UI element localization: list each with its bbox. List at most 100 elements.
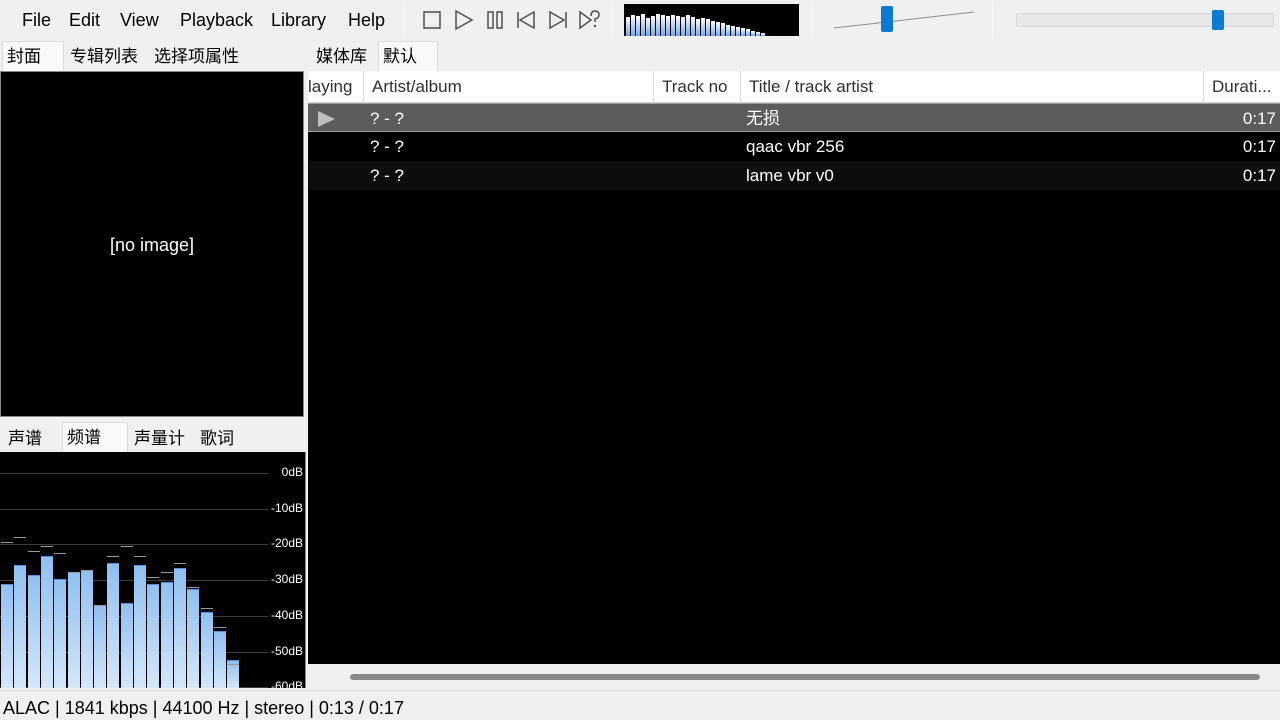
next-icon <box>546 8 570 32</box>
pause-button[interactable] <box>483 8 507 32</box>
spectrum-db-label: -60dB <box>270 679 303 688</box>
play-button[interactable] <box>451 8 475 32</box>
seek-thumb[interactable] <box>1212 10 1224 30</box>
menu-edit[interactable]: Edit <box>69 9 100 31</box>
spectrum-bar <box>1 584 13 688</box>
spectrum-db-label: -30dB <box>270 572 303 586</box>
spectrum-peak <box>41 546 53 547</box>
row-title: 无损 <box>746 109 780 128</box>
spectrum-bar <box>147 584 159 688</box>
visualizer-bar <box>636 16 640 36</box>
tab-spectrogram[interactable]: 声谱 <box>4 424 42 454</box>
toolbar-separator <box>992 2 993 38</box>
stop-icon <box>420 8 444 32</box>
column-title-track-artist[interactable]: Title / track artist <box>741 71 1204 103</box>
playlist-row[interactable]: ? - ? lame vbr v0 0:17 <box>308 161 1280 190</box>
spectrum-gridline <box>0 544 268 545</box>
random-button[interactable] <box>577 8 601 32</box>
tab-vu-meter[interactable]: 声量计 <box>130 424 185 454</box>
menu-view[interactable]: View <box>120 9 159 31</box>
playlist-horizontal-scrollbar[interactable] <box>308 664 1280 688</box>
spectrum-peak <box>94 605 106 606</box>
menu-help[interactable]: Help <box>348 9 385 31</box>
visualizer-bar <box>686 15 690 36</box>
playlist-header: laying Artist/album Track no Title / tra… <box>308 71 1280 103</box>
album-art-placeholder: [no image] <box>109 235 195 255</box>
tab-media-library[interactable]: 媒体库 <box>312 42 367 72</box>
row-title: qaac vbr 256 <box>746 137 845 156</box>
spectrum-peak <box>174 563 186 564</box>
visualizer-bar <box>666 16 670 36</box>
spectrum-peak <box>81 570 93 571</box>
previous-button[interactable] <box>514 8 538 32</box>
tab-album-list[interactable]: 专辑列表 <box>66 42 138 72</box>
tab-selection-properties[interactable]: 选择项属性 <box>150 42 239 72</box>
stop-button[interactable] <box>420 8 444 32</box>
visualizer-bar <box>646 18 650 36</box>
visualizer-bar <box>681 17 685 36</box>
visualizer-bar <box>676 16 680 36</box>
left-panel-tabs: 封面 专辑列表 选择项属性 <box>0 41 306 71</box>
column-duration[interactable]: Durati... <box>1204 71 1280 103</box>
playlist-tabs: 媒体库 默认 <box>310 41 510 71</box>
pause-icon <box>483 8 507 32</box>
spectrum-bar <box>81 570 93 688</box>
row-artist-album: ? - ? <box>370 109 405 128</box>
tab-cover[interactable]: 封面 <box>2 41 64 71</box>
visualizer-bar <box>746 29 750 36</box>
spectrum-peak <box>214 627 226 628</box>
spectrum-bar <box>187 589 199 688</box>
spectrum-db-label: 0dB <box>281 465 303 479</box>
playlist-row[interactable]: ? - ? qaac vbr 256 0:17 <box>308 132 1280 161</box>
tab-lyrics[interactable]: 歌词 <box>196 424 234 454</box>
visualizer-bar <box>641 14 645 36</box>
row-duration: 0:17 <box>1242 109 1276 128</box>
spectrum-peak <box>28 551 40 552</box>
next-button[interactable] <box>546 8 570 32</box>
visualizer-bar <box>651 16 655 36</box>
menu-playback[interactable]: Playback <box>180 9 253 31</box>
scrollbar-thumb[interactable] <box>350 674 1260 680</box>
spectrum-db-label: -10dB <box>270 501 303 515</box>
visualizer-bar <box>691 17 695 36</box>
playlist-row[interactable]: ? - ? 无损 0:17 <box>308 103 1280 132</box>
volume-thumb[interactable] <box>881 6 893 32</box>
column-playing[interactable]: laying <box>308 71 364 103</box>
tab-default-playlist[interactable]: 默认 <box>378 41 438 71</box>
visualizer-bar <box>696 19 700 36</box>
menu-file[interactable]: File <box>22 9 51 31</box>
spectrum-bar <box>161 582 173 688</box>
menu-library[interactable]: Library <box>271 9 326 31</box>
visualizer-bar <box>751 31 755 36</box>
row-duration: 0:17 <box>1242 137 1276 156</box>
column-track-no[interactable]: Track no <box>654 71 741 103</box>
volume-slider[interactable] <box>832 6 976 34</box>
spectrum-bar <box>41 556 53 688</box>
spectrum-gridline <box>0 509 268 510</box>
spectrum-db-label: -40dB <box>270 608 303 622</box>
column-artist-album[interactable]: Artist/album <box>364 71 654 103</box>
spectrum-peak <box>187 587 199 588</box>
spectrum-peak <box>107 556 119 557</box>
now-playing-icon <box>316 110 336 128</box>
spectrum-bar <box>68 572 80 688</box>
row-title: lame vbr v0 <box>746 166 834 185</box>
spectrum-bar <box>107 563 119 688</box>
row-artist-album: ? - ? <box>370 166 405 185</box>
spectrum-bar <box>214 631 226 688</box>
spectrum-panel: 0dB -10dB -20dB -30dB -40dB -50dB -60dB <box>0 452 306 688</box>
spectrum-peak <box>161 572 173 573</box>
playlist-view: laying Artist/album Track no Title / tra… <box>308 71 1280 664</box>
spectrum-peak <box>121 546 133 547</box>
visualizer-bar <box>731 26 735 36</box>
previous-icon <box>514 8 538 32</box>
visualizer-bar <box>711 21 715 36</box>
toolbar-visualizer[interactable] <box>624 4 799 36</box>
spectrum-bar <box>121 603 133 688</box>
row-duration: 0:17 <box>1242 166 1276 185</box>
tab-spectrum[interactable]: 频谱 <box>62 422 128 452</box>
seek-track <box>1016 13 1274 27</box>
spectrum-db-label: -50dB <box>270 644 303 658</box>
visualizer-bar <box>726 25 730 36</box>
seek-bar[interactable] <box>1014 10 1276 30</box>
